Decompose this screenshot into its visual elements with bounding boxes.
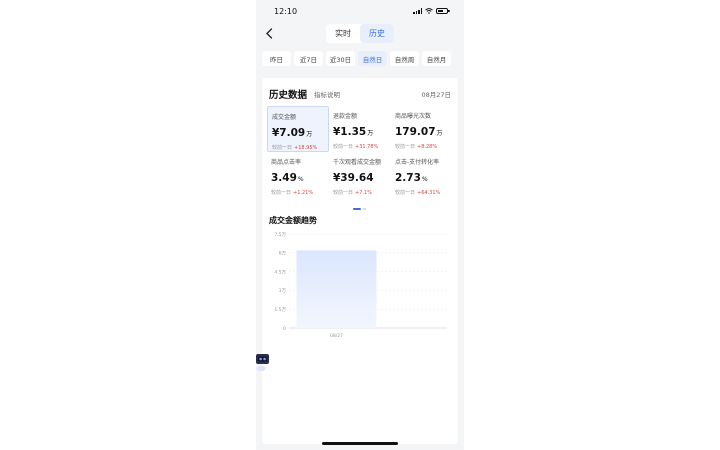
y-tick-label: 3万 [279, 288, 287, 294]
metric-change: +7.1% [355, 190, 372, 196]
period-natural-week[interactable]: 自然周 [390, 51, 419, 66]
metric-tile-gmv[interactable]: 成交金额 ¥7.09万 较前一日 +18.95% [267, 106, 329, 152]
y-tick-label: 6万 [279, 251, 287, 257]
metric-tile-gpm[interactable]: 千次观看成交金额 ¥39.64 较前一日 +7.1% [329, 152, 391, 198]
metric-compare: 较前一日 [271, 190, 292, 196]
metric-label: 成交金额 [272, 114, 297, 121]
metric-change: +1.21% [293, 190, 314, 196]
assistant-robot-icon[interactable] [256, 350, 272, 372]
metric-value: ¥1.35 [333, 126, 367, 138]
metric-value: 3.49 [271, 172, 297, 184]
metric-label: 退款金额 [333, 113, 358, 120]
metric-compare: 较前一日 [333, 144, 354, 150]
metric-compare: 较前一日 [272, 145, 293, 151]
metric-tile-impressions[interactable]: 商品曝光次数 179.07万 较前一日 +8.28% [391, 106, 453, 152]
period-last-7-days[interactable]: 近7日 [294, 51, 323, 66]
phone-screen: 12:10 实时 历史 昨日 近7日 近30日 自然日 自然周 自然月 历史数据… [256, 0, 464, 450]
gmv-trend-chart: 0 1.5万 3万 4.5万 6万 7.5万 08/27 [274, 232, 447, 339]
metric-compare: 较前一日 [333, 190, 354, 196]
wifi-icon [425, 8, 433, 14]
view-switcher: 实时 历史 [326, 24, 394, 43]
metric-value: ¥7.09 [272, 127, 306, 139]
metric-explanation-link[interactable]: 指标说明 [314, 89, 340, 99]
trend-title: 成交金额趋势 [269, 216, 317, 225]
metric-label: 商品曝光次数 [395, 113, 432, 120]
metric-tile-ctr[interactable]: 商品点击率 3.49% 较前一日 +1.21% [267, 152, 329, 198]
y-tick-label: 1.5万 [274, 307, 286, 313]
home-indicator [322, 442, 398, 445]
page-dot [363, 208, 366, 210]
nav-bar: 实时 历史 [256, 22, 464, 46]
period-last-30-days[interactable]: 近30日 [326, 51, 355, 66]
metric-change: +18.95% [294, 145, 318, 151]
metric-tile-refund[interactable]: 退款金额 ¥1.35万 较前一日 +31.78% [329, 106, 391, 152]
period-natural-month[interactable]: 自然月 [422, 51, 451, 66]
x-tick-label: 08/27 [330, 333, 343, 339]
y-tick-label: 4.5万 [274, 269, 286, 275]
metric-unit: % [421, 176, 428, 183]
metric-value: 179.07 [395, 126, 436, 138]
metric-change: +64.31% [417, 190, 441, 196]
card-date: 08月27日 [421, 91, 451, 99]
tab-history[interactable]: 历史 [360, 24, 394, 43]
metric-unit: 万 [367, 130, 374, 137]
card-title: 历史数据 [269, 90, 308, 101]
status-time: 12:10 [274, 6, 298, 16]
page-dot-active [353, 208, 361, 210]
signal-icon [413, 8, 422, 14]
battery-icon [436, 8, 450, 14]
metric-unit: % [297, 176, 304, 183]
y-tick-label: 7.5万 [274, 232, 286, 238]
tab-realtime[interactable]: 实时 [326, 24, 360, 43]
metric-compare: 较前一日 [395, 144, 416, 150]
metric-value: ¥39.64 [333, 172, 374, 184]
page-indicator [353, 208, 366, 210]
period-selector: 昨日 近7日 近30日 自然日 自然周 自然月 [262, 51, 451, 66]
metric-change: +31.78% [355, 144, 379, 150]
metric-label: 商品点击率 [271, 159, 302, 166]
metrics-grid: 成交金额 ¥7.09万 较前一日 +18.95% 退款金额 ¥1.35万 较前一日… [267, 106, 453, 198]
metric-compare: 较前一日 [395, 190, 416, 196]
metric-unit: 万 [436, 130, 443, 137]
status-bar: 12:10 [256, 0, 464, 22]
metric-change: +8.28% [417, 144, 438, 150]
metric-value: 2.73 [395, 172, 421, 184]
period-natural-day[interactable]: 自然日 [358, 51, 387, 66]
chart-bar[interactable] [296, 250, 377, 328]
metric-label: 点击-支付转化率 [395, 159, 440, 166]
y-tick-label: 0 [283, 326, 286, 332]
metric-label: 千次观看成交金额 [333, 159, 382, 166]
history-data-card: 历史数据 指标说明 08月27日 成交金额 ¥7.09万 较前一日 +18.95%… [262, 78, 458, 444]
back-icon[interactable] [262, 26, 276, 40]
period-yesterday[interactable]: 昨日 [262, 51, 291, 66]
metric-tile-conversion[interactable]: 点击-支付转化率 2.73% 较前一日 +64.31% [391, 152, 453, 198]
metric-unit: 万 [306, 131, 313, 138]
